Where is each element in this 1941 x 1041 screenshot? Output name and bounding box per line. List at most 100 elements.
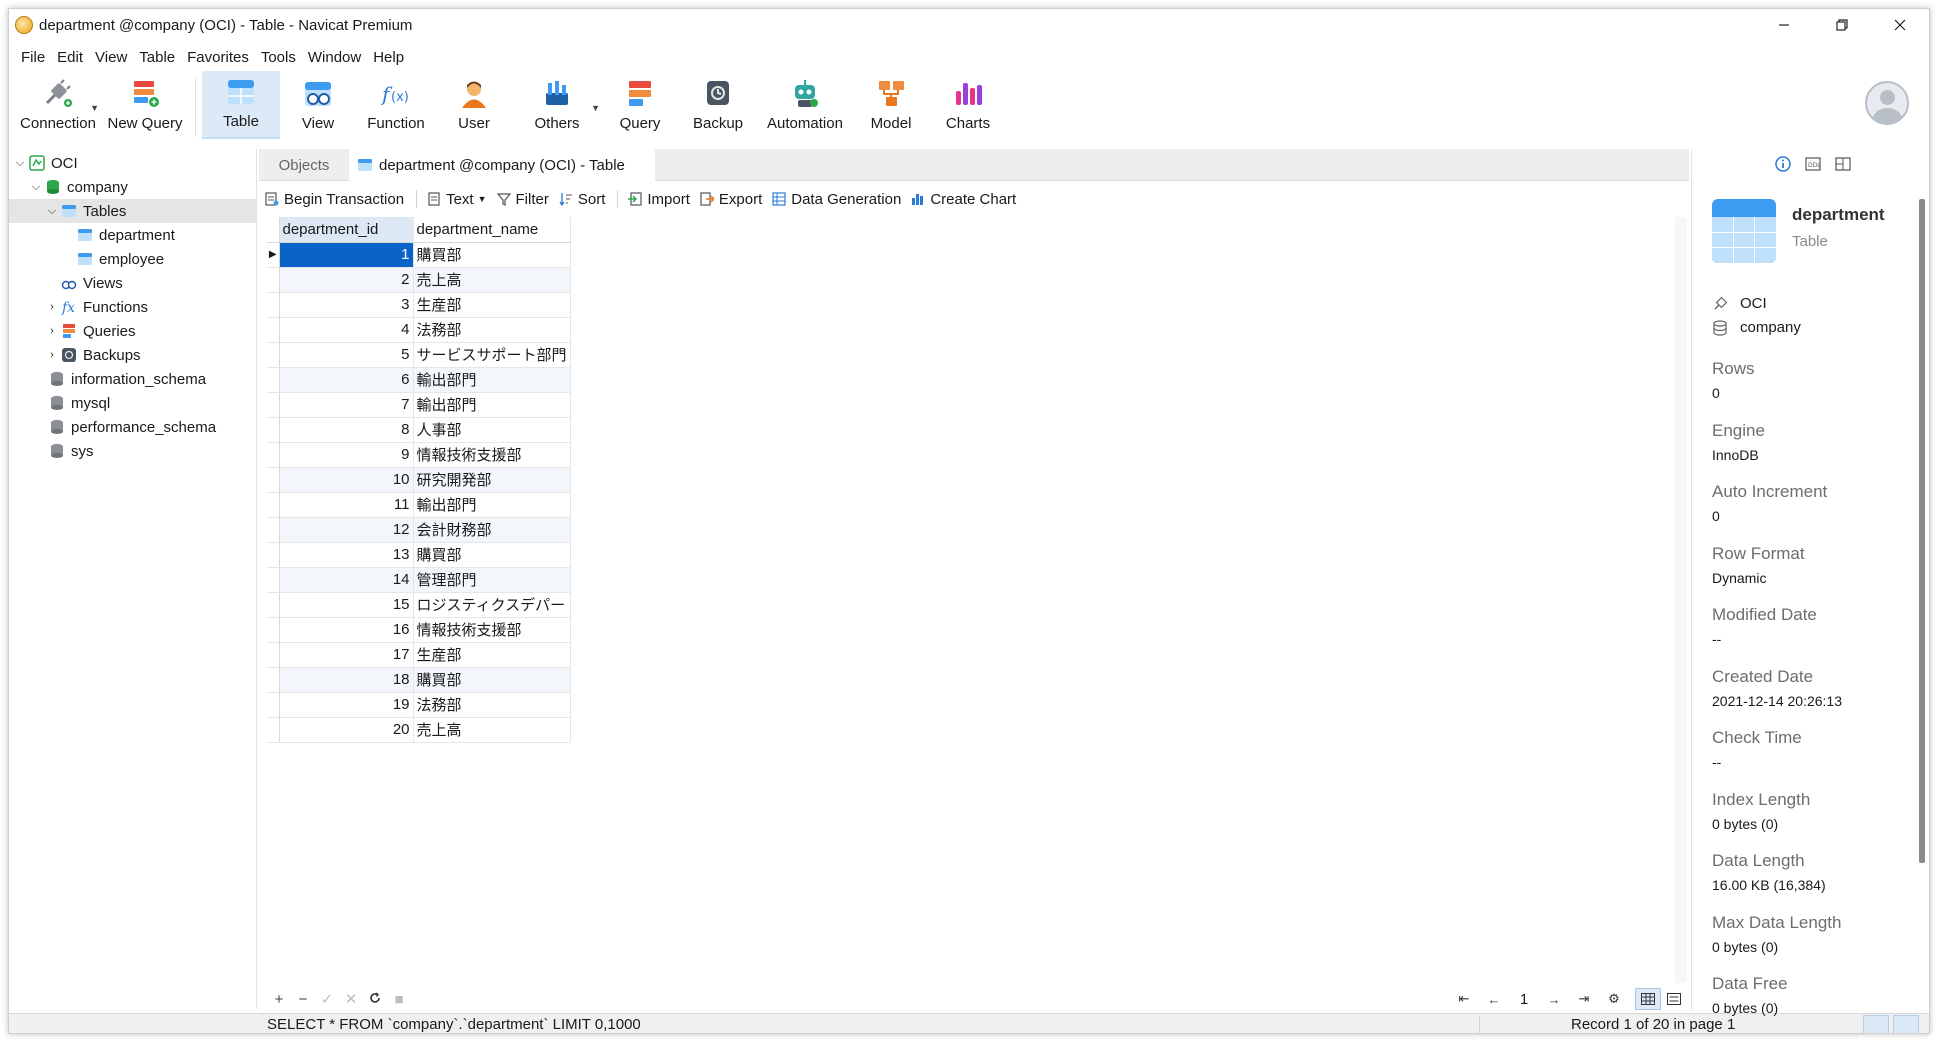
text-dropdown-icon[interactable]: ▼ <box>478 194 487 204</box>
table-row[interactable]: 19 法務部 <box>267 692 571 718</box>
table-row[interactable]: 5 サービスサポート部門 <box>267 342 571 368</box>
row-indicator[interactable] <box>267 417 280 443</box>
cell-department-id[interactable]: 4 <box>279 317 414 343</box>
table-row[interactable]: 7 輸出部門 <box>267 392 571 418</box>
cell-department-name[interactable]: 法務部 <box>413 317 571 343</box>
connection-button[interactable]: Connection ▼ <box>15 71 101 139</box>
tab-objects[interactable]: Objects <box>259 149 349 181</box>
left-panel-toggle-icon[interactable] <box>1863 1015 1889 1033</box>
menu-edit[interactable]: Edit <box>51 49 89 66</box>
tree-views[interactable]: Views <box>9 271 257 295</box>
add-record-button[interactable]: + <box>267 991 291 1008</box>
row-indicator[interactable] <box>267 267 280 293</box>
cell-department-id[interactable]: 19 <box>279 692 414 718</box>
cell-department-name[interactable]: 輸出部門 <box>413 367 571 393</box>
chevron-down-icon[interactable]: ⌵ <box>45 205 59 218</box>
new-query-button[interactable]: New Query <box>101 71 189 139</box>
cell-department-id[interactable]: 14 <box>279 567 414 593</box>
delete-record-button[interactable]: − <box>291 991 315 1008</box>
cell-department-name[interactable]: 輸出部門 <box>413 392 571 418</box>
cell-department-name[interactable]: 情報技術支援部 <box>413 617 571 643</box>
table-button[interactable]: Table <box>202 71 280 139</box>
cell-department-name[interactable]: 購買部 <box>413 667 571 693</box>
cell-department-id[interactable]: 11 <box>279 492 414 518</box>
chevron-down-icon[interactable]: ⌵ <box>29 181 43 194</box>
info-panel-scrollbar[interactable] <box>1919 199 1925 863</box>
cell-department-id[interactable]: 15 <box>279 592 414 618</box>
cell-department-name[interactable]: 売上高 <box>413 717 571 743</box>
table-row[interactable]: 6 輸出部門 <box>267 367 571 393</box>
row-indicator[interactable] <box>267 717 280 743</box>
cell-department-id[interactable]: 10 <box>279 467 414 493</box>
tree-table-employee[interactable]: employee <box>9 247 257 271</box>
table-row[interactable]: 17 生産部 <box>267 642 571 668</box>
info-tab-icon[interactable] <box>1772 155 1794 173</box>
cell-department-id[interactable]: 3 <box>279 292 414 318</box>
table-row[interactable]: 4 法務部 <box>267 317 571 343</box>
row-indicator[interactable] <box>267 542 280 568</box>
tree-backups[interactable]: › Backups <box>9 343 257 367</box>
sort-button[interactable]: Sort <box>559 191 605 208</box>
cell-department-name[interactable]: 生産部 <box>413 292 571 318</box>
row-indicator[interactable] <box>267 692 280 718</box>
cell-department-name[interactable]: 人事部 <box>413 417 571 443</box>
apply-changes-button[interactable]: ✓ <box>315 990 339 1008</box>
row-indicator[interactable] <box>267 342 280 368</box>
chevron-right-icon[interactable]: › <box>45 349 59 361</box>
grid-view-button[interactable] <box>1635 988 1661 1010</box>
cell-department-name[interactable]: 購買部 <box>413 242 571 268</box>
table-row[interactable]: 13 購買部 <box>267 542 571 568</box>
cell-department-id[interactable]: 17 <box>279 642 414 668</box>
menu-window[interactable]: Window <box>302 49 367 66</box>
table-row[interactable]: ▶ 1 購買部 <box>267 242 571 268</box>
cell-department-id[interactable]: 8 <box>279 417 414 443</box>
user-button[interactable]: User <box>436 71 512 139</box>
export-button[interactable]: Export <box>700 191 762 208</box>
menu-help[interactable]: Help <box>367 49 410 66</box>
begin-transaction-button[interactable]: Begin Transaction <box>265 191 404 208</box>
charts-button[interactable]: Charts <box>930 71 1006 139</box>
table-row[interactable]: 12 会計財務部 <box>267 517 571 543</box>
discard-changes-button[interactable]: ✕ <box>339 990 363 1008</box>
cell-department-name[interactable]: 情報技術支援部 <box>413 442 571 468</box>
table-row[interactable]: 11 輸出部門 <box>267 492 571 518</box>
menu-table[interactable]: Table <box>133 49 181 66</box>
row-indicator[interactable] <box>267 667 280 693</box>
restore-button[interactable] <box>1813 9 1871 41</box>
row-indicator[interactable] <box>267 567 280 593</box>
close-button[interactable] <box>1871 9 1929 41</box>
table-row[interactable]: 20 売上高 <box>267 717 571 743</box>
tree-functions[interactable]: › fx Functions <box>9 295 257 319</box>
menu-file[interactable]: File <box>15 49 51 66</box>
page-number[interactable]: 1 <box>1509 991 1539 1008</box>
others-dropdown-icon[interactable]: ▼ <box>591 103 600 113</box>
row-indicator[interactable]: ▶ <box>267 242 280 268</box>
cell-department-name[interactable]: 売上高 <box>413 267 571 293</box>
row-indicator[interactable] <box>267 642 280 668</box>
user-avatar[interactable] <box>1865 81 1909 125</box>
backup-button[interactable]: Backup <box>678 71 758 139</box>
tree-database-information-schema[interactable]: information_schema <box>9 367 257 391</box>
tree-connection-oci[interactable]: ⌵ OCI <box>9 151 257 175</box>
text-button[interactable]: Text ▼ <box>427 191 487 208</box>
form-view-button[interactable] <box>1661 988 1687 1010</box>
menu-tools[interactable]: Tools <box>255 49 302 66</box>
minimize-button[interactable] <box>1755 9 1813 41</box>
table-row[interactable]: 15 ロジスティクスデパー <box>267 592 571 618</box>
right-panel-toggle-icon[interactable] <box>1893 1015 1919 1033</box>
row-indicator[interactable] <box>267 442 280 468</box>
row-indicator[interactable] <box>267 367 280 393</box>
column-header-department-id[interactable]: department_id <box>279 217 414 243</box>
model-button[interactable]: Model <box>852 71 930 139</box>
create-chart-button[interactable]: Create Chart <box>911 191 1016 208</box>
column-header-department-name[interactable]: department_name <box>413 217 571 243</box>
table-row[interactable]: 2 売上高 <box>267 267 571 293</box>
tree-database-mysql[interactable]: mysql <box>9 391 257 415</box>
table-row[interactable]: 9 情報技術支援部 <box>267 442 571 468</box>
table-row[interactable]: 10 研究開発部 <box>267 467 571 493</box>
chevron-down-icon[interactable]: ⌵ <box>13 157 27 170</box>
table-row[interactable]: 16 情報技術支援部 <box>267 617 571 643</box>
chevron-right-icon[interactable]: › <box>45 301 59 313</box>
next-page-button[interactable]: → <box>1539 992 1569 1007</box>
cell-department-name[interactable]: 法務部 <box>413 692 571 718</box>
